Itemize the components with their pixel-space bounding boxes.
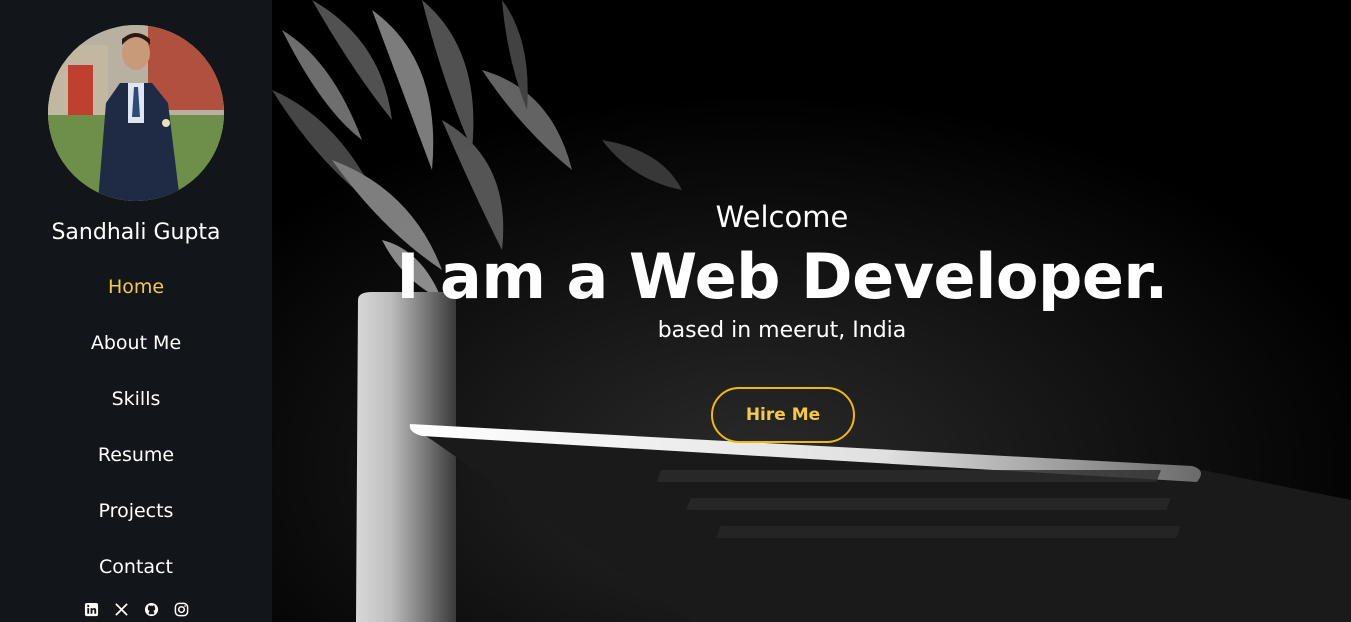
hero-content: Welcome I am a Web Developer. based in m… (272, 0, 1351, 622)
hero-headline: I am a Web Developer. (396, 240, 1168, 313)
social-links (0, 602, 272, 620)
profile-name: Sandhali Gupta (51, 220, 221, 245)
hero-welcome: Welcome (715, 200, 849, 234)
portfolio-page: Sandhali Gupta Home About Me Skills Resu… (0, 0, 1351, 622)
hero-section: Welcome I am a Web Developer. based in m… (272, 0, 1351, 622)
hero-subline: based in meerut, India (657, 318, 907, 343)
nav-item-about-me[interactable]: About Me (0, 326, 272, 382)
linkedin-icon[interactable] (84, 602, 99, 617)
hire-me-button[interactable]: Hire Me (711, 387, 855, 443)
nav-item-resume[interactable]: Resume (0, 438, 272, 494)
nav-item-contact[interactable]: Contact (0, 550, 272, 606)
profile-photo (48, 25, 224, 201)
nav-item-home[interactable]: Home (0, 270, 272, 326)
sidebar: Sandhali Gupta Home About Me Skills Resu… (0, 0, 272, 622)
instagram-icon[interactable] (174, 602, 189, 617)
x-twitter-icon[interactable] (114, 602, 129, 617)
github-icon[interactable] (144, 602, 159, 617)
nav-item-projects[interactable]: Projects (0, 494, 272, 550)
avatar (48, 25, 224, 201)
nav-item-skills[interactable]: Skills (0, 382, 272, 438)
sidebar-nav: Home About Me Skills Resume Projects Con… (0, 270, 272, 606)
